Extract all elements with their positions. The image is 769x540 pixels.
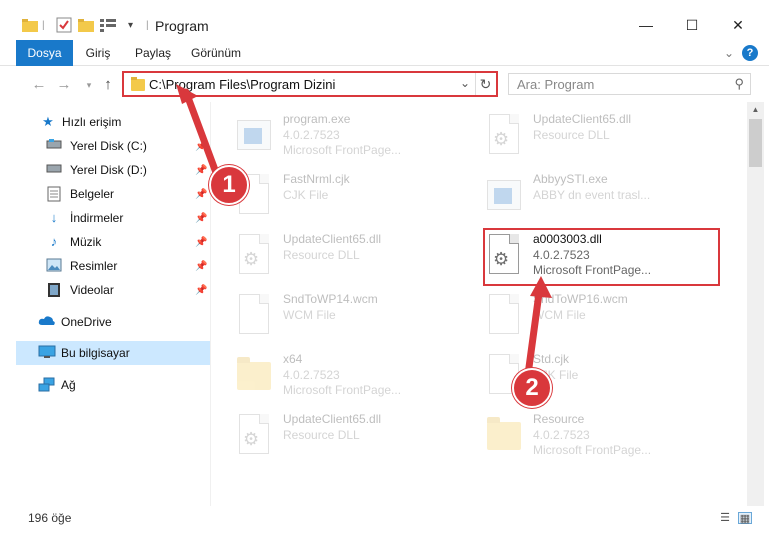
- callout-step-2: 2: [512, 368, 552, 408]
- annotation-arrows: [176, 84, 552, 386]
- callout-step-1: 1: [209, 165, 249, 205]
